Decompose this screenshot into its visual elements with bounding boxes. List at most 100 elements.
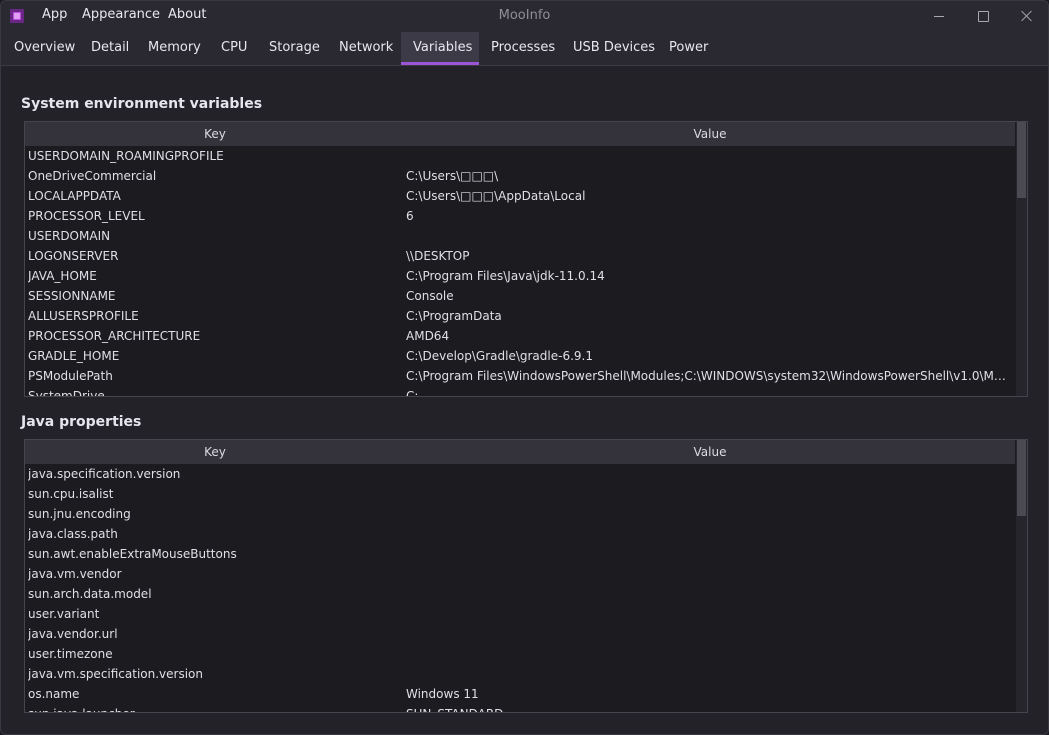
java-table-row[interactable]: java.vm.vendor	[25, 564, 1015, 584]
java-table-row[interactable]: os.name Windows 11	[25, 684, 1015, 704]
env-value-cell: C:\ProgramData	[406, 309, 502, 323]
tab-bar: Overview Detail Memory CPU Storage Netwo…	[1, 32, 1048, 66]
env-key-cell: USERDOMAIN_ROAMINGPROFILE	[28, 149, 224, 163]
java-key-cell: sun.jnu.encoding	[28, 507, 131, 521]
env-key-cell: LOGONSERVER	[28, 249, 119, 263]
java-table-row[interactable]: sun.java.launcher SUN_STANDARD	[25, 704, 1015, 712]
env-table-row[interactable]: OneDriveCommercial C:\Users\□□□\	[25, 166, 1015, 186]
java-key-cell: java.vm.vendor	[28, 567, 122, 581]
minimize-icon	[934, 15, 944, 17]
java-table-row[interactable]: sun.awt.enableExtraMouseButtons	[25, 544, 1015, 564]
java-table-row[interactable]: java.vendor.url	[25, 624, 1015, 644]
env-key-cell: PSModulePath	[28, 369, 113, 383]
env-key-cell: USERDOMAIN	[28, 229, 111, 243]
java-col-key[interactable]: Key	[25, 445, 405, 459]
env-value-cell: 6	[406, 209, 414, 223]
java-scrollbar[interactable]	[1016, 440, 1027, 712]
env-value-cell: C:\Users\□□□\	[406, 169, 499, 183]
tab-power[interactable]: Power	[657, 32, 720, 65]
env-table-body: USERDOMAIN_ROAMINGPROFILE OneDriveCommerc…	[25, 146, 1015, 396]
app-window: App Appearance About MooInfo Overview De…	[0, 0, 1049, 735]
env-table-row[interactable]: JAVA_HOME C:\Program Files\Java\jdk-11.0.…	[25, 266, 1015, 286]
env-key-cell: ALLUSERSPROFILE	[28, 309, 139, 323]
java-key-cell: os.name	[28, 687, 80, 701]
env-value-cell: C:	[406, 389, 419, 396]
java-key-cell: sun.cpu.isalist	[28, 487, 114, 501]
env-table-row[interactable]: PROCESSOR_ARCHITECTURE AMD64	[25, 326, 1015, 346]
env-key-cell: PROCESSOR_ARCHITECTURE	[28, 329, 201, 343]
env-scrollbar[interactable]	[1016, 122, 1027, 396]
java-key-cell: sun.arch.data.model	[28, 587, 152, 601]
env-section-title: System environment variables	[21, 96, 263, 112]
env-scroll-thumb[interactable]	[1017, 122, 1026, 198]
tab-processes[interactable]: Processes	[479, 32, 567, 65]
tab-detail[interactable]: Detail	[79, 32, 141, 65]
env-key-cell: OneDriveCommercial	[28, 169, 157, 183]
java-key-cell: java.class.path	[28, 527, 118, 541]
env-table-row[interactable]: GRADLE_HOME C:\Develop\Gradle\gradle-6.9.…	[25, 346, 1015, 366]
java-key-cell: java.vendor.url	[28, 627, 118, 641]
env-value-cell: Console	[406, 289, 454, 303]
java-table-body: java.specification.version sun.cpu.isalis…	[25, 464, 1015, 712]
env-table-row[interactable]: LOCALAPPDATA C:\Users\□□□\AppData\Local	[25, 186, 1015, 206]
java-key-cell: sun.awt.enableExtraMouseButtons	[28, 547, 237, 561]
java-value-cell: Windows 11	[406, 687, 479, 701]
tab-memory[interactable]: Memory	[136, 32, 213, 65]
env-value-cell: \\DESKTOP	[406, 249, 470, 263]
java-properties-table: Key Value java.specification.version sun.…	[24, 439, 1028, 713]
env-value-cell: C:\Program Files\Java\jdk-11.0.14	[406, 269, 605, 283]
tab-network[interactable]: Network	[327, 32, 405, 65]
java-table-row[interactable]: java.specification.version	[25, 464, 1015, 484]
close-button[interactable]	[1005, 1, 1048, 31]
env-table-row[interactable]: PROCESSOR_LEVEL 6	[25, 206, 1015, 226]
tab-storage[interactable]: Storage	[257, 32, 332, 65]
env-table-row[interactable]: PSModulePath C:\Program Files\WindowsPowe…	[25, 366, 1015, 386]
env-col-value[interactable]: Value	[405, 127, 1015, 141]
java-table-row[interactable]: user.variant	[25, 604, 1015, 624]
tab-cpu[interactable]: CPU	[209, 32, 259, 65]
env-table-row[interactable]: ALLUSERSPROFILE C:\ProgramData	[25, 306, 1015, 326]
env-key-cell: SystemDrive	[28, 389, 105, 396]
env-key-cell: SESSIONNAME	[28, 289, 116, 303]
java-table-row[interactable]: java.class.path	[25, 524, 1015, 544]
minimize-button[interactable]	[917, 1, 961, 31]
tab-usb-devices[interactable]: USB Devices	[561, 32, 667, 65]
env-key-cell: LOCALAPPDATA	[28, 189, 121, 203]
java-table-row[interactable]: user.timezone	[25, 644, 1015, 664]
window-title: MooInfo	[498, 8, 551, 23]
java-col-value[interactable]: Value	[405, 445, 1015, 459]
java-table-row[interactable]: java.vm.specification.version	[25, 664, 1015, 684]
maximize-icon	[977, 10, 989, 22]
java-key-cell: user.variant	[28, 607, 100, 621]
env-key-cell: PROCESSOR_LEVEL	[28, 209, 145, 223]
env-table-row[interactable]: SESSIONNAME Console	[25, 286, 1015, 306]
env-table-row[interactable]: SystemDrive C:	[25, 386, 1015, 396]
maximize-button[interactable]	[961, 1, 1005, 31]
java-value-cell: SUN_STANDARD	[406, 707, 1013, 712]
java-key-cell: sun.java.launcher	[28, 707, 398, 712]
env-value-cell: AMD64	[406, 329, 450, 343]
tab-overview[interactable]: Overview	[2, 32, 87, 65]
tab-variables[interactable]: Variables	[401, 32, 479, 65]
close-icon	[1021, 10, 1033, 22]
java-key-cell: java.specification.version	[28, 467, 181, 481]
env-col-key[interactable]: Key	[25, 127, 405, 141]
env-value-cell: C:\Program Files\WindowsPowerShell\Modul…	[406, 369, 1013, 383]
java-table-row[interactable]: sun.arch.data.model	[25, 584, 1015, 604]
title-bar: App Appearance About MooInfo	[1, 1, 1048, 32]
java-scroll-thumb[interactable]	[1017, 440, 1026, 516]
env-table-row[interactable]: USERDOMAIN	[25, 226, 1015, 246]
java-table-row[interactable]: sun.cpu.isalist	[25, 484, 1015, 504]
env-table-row[interactable]: USERDOMAIN_ROAMINGPROFILE	[25, 146, 1015, 166]
env-value-cell: C:\Develop\Gradle\gradle-6.9.1	[406, 349, 593, 363]
env-table-header: Key Value	[25, 122, 1015, 146]
java-table-row[interactable]: sun.jnu.encoding	[25, 504, 1015, 524]
java-key-cell: java.vm.specification.version	[28, 667, 204, 681]
env-value-cell: C:\Users\□□□\AppData\Local	[406, 189, 586, 203]
java-key-cell: user.timezone	[28, 647, 113, 661]
env-key-cell: JAVA_HOME	[28, 269, 97, 283]
variables-panel: System environment variables Key Value U…	[1, 66, 1048, 734]
env-key-cell: GRADLE_HOME	[28, 349, 120, 363]
env-table-row[interactable]: LOGONSERVER \\DESKTOP	[25, 246, 1015, 266]
java-table-header: Key Value	[25, 440, 1015, 464]
